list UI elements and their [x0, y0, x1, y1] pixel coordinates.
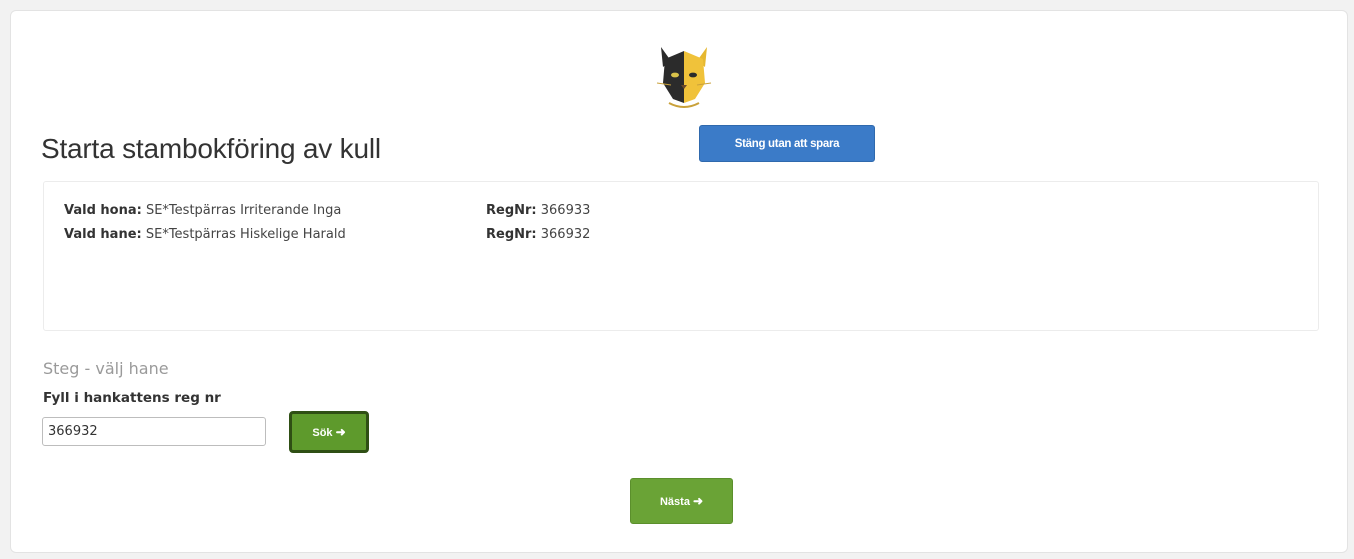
female-reg-label: RegNr: — [486, 203, 537, 218]
page-title: Starta stambokföring av kull — [41, 133, 381, 164]
arrow-right-icon: ➜ — [692, 494, 704, 508]
close-without-saving-button[interactable]: Stäng utan att spara — [699, 125, 875, 162]
selected-parents-panel: Vald hona: SE*Testpärras Irriterande Ing… — [43, 181, 1319, 331]
male-reg-label: RegNr: — [486, 227, 537, 242]
male-reg-group: RegNr: 366932 — [486, 227, 590, 242]
search-button-label: Sök — [312, 427, 333, 439]
selected-female-row: Vald hona: SE*Testpärras Irriterande Ing… — [64, 203, 590, 218]
male-reg-value: 366932 — [540, 227, 591, 242]
search-button[interactable]: Sök ➜ — [289, 411, 369, 453]
next-button[interactable]: Nästa ➜ — [630, 478, 733, 524]
male-reg-input[interactable] — [42, 417, 266, 446]
reg-field-label: Fyll i hankattens reg nr — [43, 390, 221, 406]
female-name: SE*Testpärras Irriterande Inga — [145, 203, 342, 218]
main-card: Starta stambokföring av kull Stäng utan … — [10, 10, 1348, 553]
arrow-right-icon: ➜ — [335, 425, 346, 439]
step-title: Steg - välj hane — [43, 359, 169, 378]
male-name: SE*Testpärras Hiskelige Harald — [145, 227, 346, 242]
cat-face-logo-icon — [656, 47, 712, 108]
female-reg-group: RegNr: 366933 — [486, 203, 590, 218]
selected-male-row: Vald hane: SE*Testpärras Hiskelige Haral… — [64, 227, 590, 242]
female-label: Vald hona: — [64, 203, 142, 218]
male-label: Vald hane: — [64, 227, 142, 242]
female-reg-value: 366933 — [540, 203, 591, 218]
next-button-label: Nästa — [659, 496, 690, 508]
